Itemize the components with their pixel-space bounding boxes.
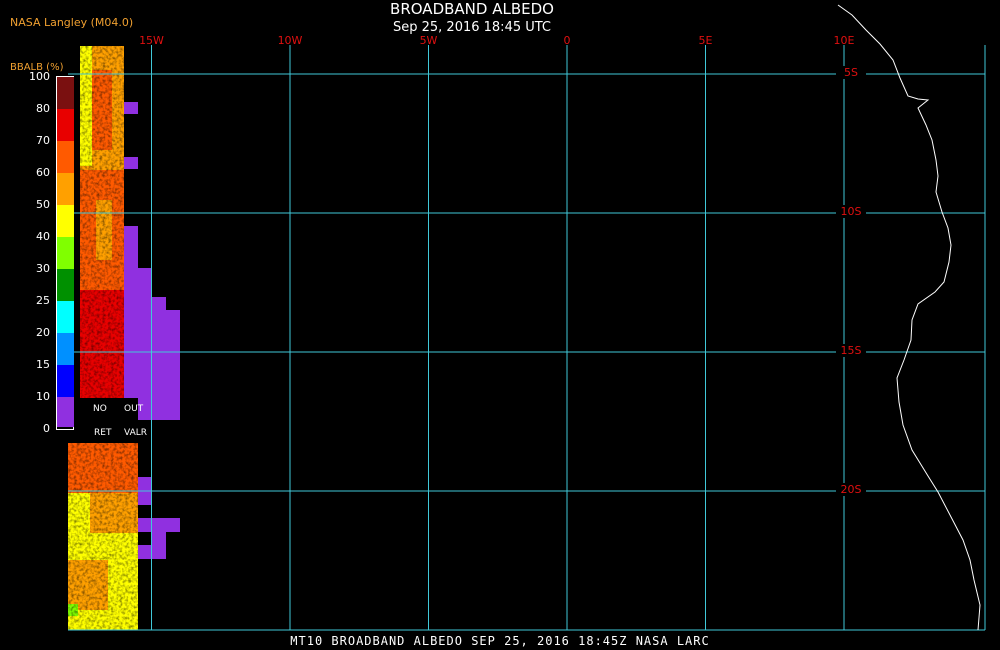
colorbar-tick-20: 20 <box>36 326 50 339</box>
colorbar-tick-70: 70 <box>36 134 50 147</box>
colorbar-bin-25-30 <box>57 269 74 302</box>
colorbar-tick-50: 50 <box>36 198 50 211</box>
no-retrieval-block-9 <box>138 518 180 532</box>
no-retrieval-block-10 <box>152 532 166 546</box>
colorbar-bin-60-70 <box>57 141 74 174</box>
map-canvas <box>68 4 986 631</box>
colorbar-bin-70-80 <box>57 109 74 142</box>
colorbar-bin-50-60 <box>57 173 74 206</box>
colorbar-bin-10-15 <box>57 365 74 398</box>
latitude-label-2: 15S <box>836 344 866 357</box>
swath-lower-texture <box>68 443 138 630</box>
colorbar-tick-40: 40 <box>36 230 50 243</box>
lat-lon-grid <box>68 45 986 631</box>
map-title: BROADBAND ALBEDO <box>390 0 554 18</box>
longitude-label-3: 0 <box>563 34 571 47</box>
no-retrieval-block-0 <box>124 102 138 114</box>
no-retrieval-block-1 <box>124 157 138 169</box>
colorbar-bin-80-100 <box>57 77 74 110</box>
longitude-label-5: 10E <box>833 34 855 47</box>
latitude-label-1: 10S <box>836 205 866 218</box>
swath-upper-texture <box>80 46 124 398</box>
no-retrieval-block-3 <box>124 268 152 398</box>
latitude-label-3: 20S <box>836 483 866 496</box>
colorbar-tick-80: 80 <box>36 102 50 115</box>
out-of-range-label-2: VALR <box>124 428 148 438</box>
longitude-label-1: 10W <box>277 34 303 47</box>
colorbar-tick-60: 60 <box>36 166 50 179</box>
colorbar-bin-15-20 <box>57 333 74 366</box>
colorbar-tick-15: 15 <box>36 358 50 371</box>
colorbar-tick-25: 25 <box>36 294 50 307</box>
no-retrieval-label-1: NO <box>93 404 107 414</box>
out-of-range-label-1: OUT <box>124 404 144 414</box>
latitude-label-0: 5S <box>836 66 866 79</box>
colorbar-tick-10: 10 <box>36 390 50 403</box>
no-retrieval-label-2: RET <box>94 428 112 438</box>
longitude-label-2: 5W <box>419 34 438 47</box>
coastline-africa <box>837 4 981 631</box>
map-footer-caption: MT10 BROADBAND ALBEDO SEP 25, 2016 18:45… <box>290 634 710 648</box>
colorbar-bin-20-25 <box>57 301 74 334</box>
colorbar-tick-100: 100 <box>29 70 50 83</box>
satellite-swath <box>68 46 180 630</box>
colorbar-bin-0-10 <box>57 397 74 428</box>
colorbar-tick-30: 30 <box>36 262 50 275</box>
colorbar-bin-40-50 <box>57 205 74 238</box>
longitude-label-0: 15W <box>139 34 164 47</box>
no-retrieval-block-2 <box>124 226 138 268</box>
no-retrieval-block-6 <box>166 310 180 420</box>
map-timestamp: Sep 25, 2016 18:45 UTC <box>392 20 552 35</box>
longitude-label-4: 5E <box>698 34 713 47</box>
satellite-albedo-map: NASA Langley (M04.0) BROADBAND ALBEDO Se… <box>0 0 1000 650</box>
colorbar-bin-30-40 <box>57 237 74 270</box>
colorbar-tick-0: 0 <box>43 422 50 435</box>
